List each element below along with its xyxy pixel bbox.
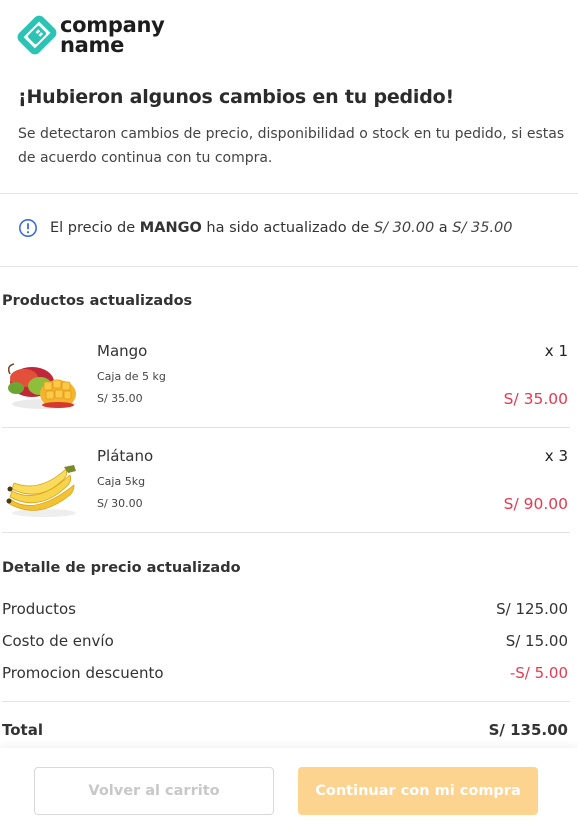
product-quantity: x 1 [544, 342, 568, 360]
updated-products-title: Productos actualizados [2, 293, 193, 309]
page-subtitle: Se detectaron cambios de precio, disponi… [18, 126, 565, 166]
price-row-label: Promocion descuento [2, 664, 164, 682]
price-row-value: S/ 15.00 [505, 632, 568, 650]
total-label: Total [2, 721, 43, 739]
notice-product: MANGO [139, 220, 202, 236]
back-to-cart-button[interactable]: Volver al carrito [34, 767, 274, 815]
divider [0, 193, 578, 194]
price-row-shipping: Costo de envío S/ 15.00 [2, 632, 568, 650]
divider [2, 701, 570, 702]
price-row-products: Productos S/ 125.00 [2, 600, 568, 618]
order-changes-page: company name ¡Hubieron algunos cambios e… [0, 0, 578, 822]
divider [2, 532, 570, 533]
company-name-line1: company [60, 13, 165, 37]
action-bar: Volver al carrito Continuar con mi compr… [0, 748, 578, 822]
notice-middle: ha sido actualizado de [201, 220, 374, 236]
price-change-notice: El precio de MANGO ha sido actualizado d… [18, 218, 513, 238]
product-total: S/ 35.00 [503, 390, 568, 408]
price-row-total: Total S/ 135.00 [2, 721, 568, 739]
product-total: S/ 90.00 [503, 495, 568, 513]
product-name: Plátano [97, 447, 154, 465]
price-detail-title: Detalle de precio actualizado [2, 560, 241, 576]
notice-prefix: El precio de [50, 220, 140, 236]
price-row-discount: Promocion descuento -S/ 5.00 [2, 664, 568, 682]
product-unit-price: S/ 30.00 [97, 497, 143, 510]
product-description: Caja 5kg [97, 475, 146, 488]
price-row-label: Productos [2, 600, 76, 618]
product-unit-price: S/ 35.00 [97, 392, 143, 405]
product-quantity: x 3 [544, 447, 568, 465]
continue-purchase-button[interactable]: Continuar con mi compra [298, 767, 538, 815]
product-description: Caja de 5 kg [97, 370, 166, 383]
divider [0, 266, 578, 267]
company-logo[interactable]: company name [16, 14, 165, 56]
mango-image [7, 363, 76, 409]
total-value: S/ 135.00 [488, 721, 568, 739]
notice-old-price: S/ 30.00 [373, 220, 435, 236]
company-name-line2: name [60, 33, 125, 57]
notice-connector: a [434, 220, 453, 236]
info-circle-icon [19, 219, 37, 237]
price-row-value: S/ 125.00 [496, 600, 568, 618]
banana-image [6, 465, 76, 517]
price-row-value: -S/ 5.00 [509, 664, 568, 682]
divider [2, 427, 570, 428]
product-name: Mango [97, 342, 148, 360]
notice-new-price: S/ 35.00 [452, 220, 513, 236]
price-row-label: Costo de envío [2, 632, 114, 650]
tag-logo-icon [17, 15, 57, 55]
page-title: ¡Hubieron algunos cambios en tu pedido! [18, 86, 454, 108]
company-name: company name [60, 13, 165, 57]
